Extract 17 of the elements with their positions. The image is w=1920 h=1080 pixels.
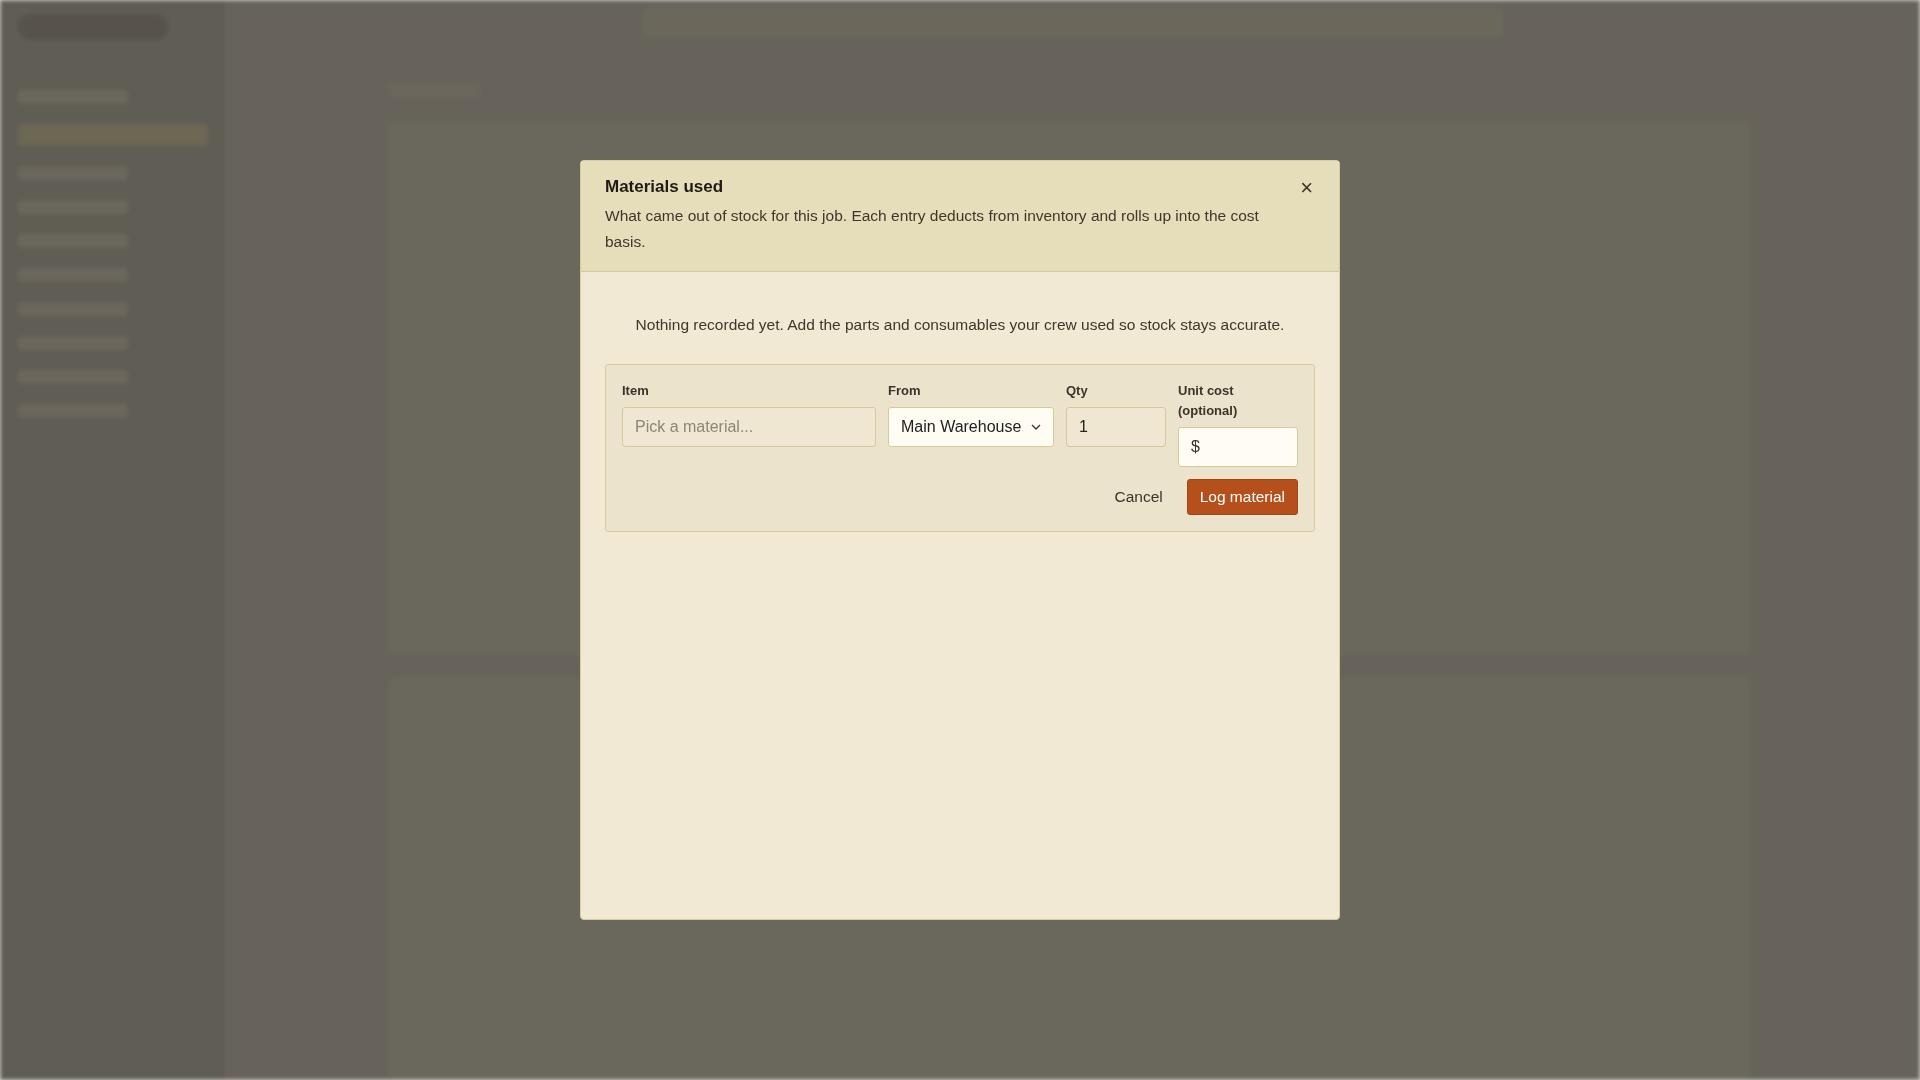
log-material-button[interactable]: Log material (1186, 479, 1298, 515)
field-label: Item (622, 382, 650, 400)
item-field[interactable]: Pick a material... (622, 407, 876, 447)
source-dropdown[interactable]: Main Warehouse (888, 407, 1054, 447)
currency-prefix: $ (1191, 438, 1200, 456)
field-label: From (888, 382, 922, 400)
cancel-button[interactable]: Cancel (1102, 479, 1175, 515)
chevron-down-icon (1031, 424, 1041, 430)
dialog-description: What came out of stock for this job. Each entry deducts from inventory and rolls up into the cost basis. (605, 206, 1260, 252)
close-button[interactable]: × (1298, 177, 1315, 199)
dialog-title: Materials used (605, 177, 725, 197)
field-label: Unit cost (optional) (1178, 382, 1239, 420)
empty-state-message: Nothing recorded yet. Add the parts and consumables your crew used so stock stays accurate. (634, 316, 1286, 334)
quantity-field[interactable]: 1 (1066, 407, 1166, 447)
field-label: Qty (1066, 382, 1089, 400)
unit-cost-field[interactable]: $ (1178, 427, 1298, 467)
dropdown-value: Main Warehouse (901, 418, 1022, 436)
